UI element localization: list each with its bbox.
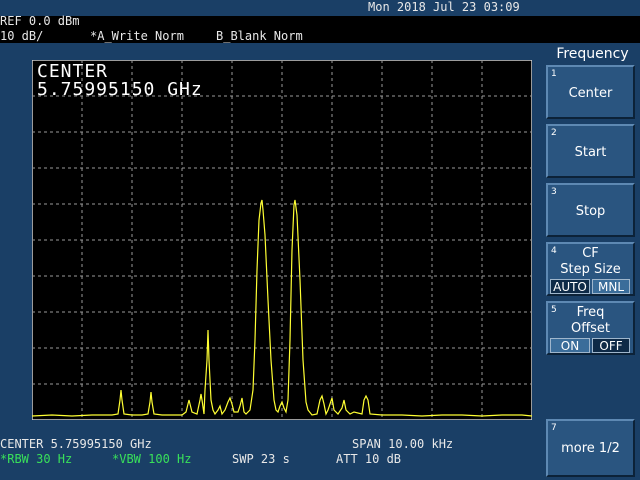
softkey-label-line1: CF	[582, 246, 599, 261]
softkey-label: Start	[574, 145, 607, 160]
spectrum-graticule	[32, 60, 532, 420]
span-readout: SPAN 10.00 kHz	[352, 437, 454, 451]
attenuation-readout: ATT 10 dB	[336, 452, 402, 466]
trace-b-status: B_Blank Norm	[216, 29, 303, 43]
reference-level: REF 0.0 dBm	[0, 14, 80, 28]
softkey-stop[interactable]: 3 Stop	[546, 183, 635, 237]
datetime-readout: Mon 2018 Jul 23 03:09	[368, 0, 520, 14]
top-status-bar	[0, 0, 640, 16]
softkey-start[interactable]: 2 Start	[546, 124, 635, 178]
vbw-readout: *VBW 100 Hz	[112, 452, 192, 466]
softkey-center[interactable]: 1 Center	[546, 65, 635, 119]
softkey-label: more 1/2	[561, 441, 620, 456]
softkey-number: 7	[551, 423, 557, 433]
cf-manual-option[interactable]: MNL	[592, 279, 630, 294]
softkey-number: 2	[551, 128, 557, 138]
marker-center-value: 5.75995150 GHz	[37, 79, 203, 100]
offset-on-option[interactable]: ON	[550, 338, 590, 353]
softkey-more[interactable]: 7 more 1/2	[546, 419, 635, 477]
softkey-freq-offset[interactable]: 5 Freq Offset ON OFF	[546, 301, 635, 355]
cf-auto-option[interactable]: AUTO	[550, 279, 590, 294]
bottom-status-bar: CENTER 5.75995150 GHz SPAN 10.00 kHz *RB…	[0, 437, 545, 480]
softkey-label-line2: Step Size	[560, 262, 621, 277]
trace-a-status: *A_Write Norm	[90, 29, 184, 43]
sweep-time-readout: SWP 23 s	[232, 452, 290, 466]
softkey-cf-step-size[interactable]: 4 CF Step Size AUTO MNL	[546, 242, 635, 296]
softkey-label: Stop	[575, 204, 606, 219]
softkey-label-line2: Offset	[570, 321, 611, 336]
menu-title: Frequency	[556, 46, 629, 62]
softkey-label: Center	[568, 86, 613, 101]
center-frequency-readout: CENTER 5.75995150 GHz	[0, 437, 152, 451]
softkey-number: 3	[551, 187, 557, 197]
rbw-readout: *RBW 30 Hz	[0, 452, 73, 466]
amplitude-scale: 10 dB/	[0, 29, 44, 43]
softkey-label-line1: Freq	[576, 305, 605, 320]
softkey-number: 1	[551, 69, 557, 79]
offset-off-option[interactable]: OFF	[592, 338, 630, 353]
